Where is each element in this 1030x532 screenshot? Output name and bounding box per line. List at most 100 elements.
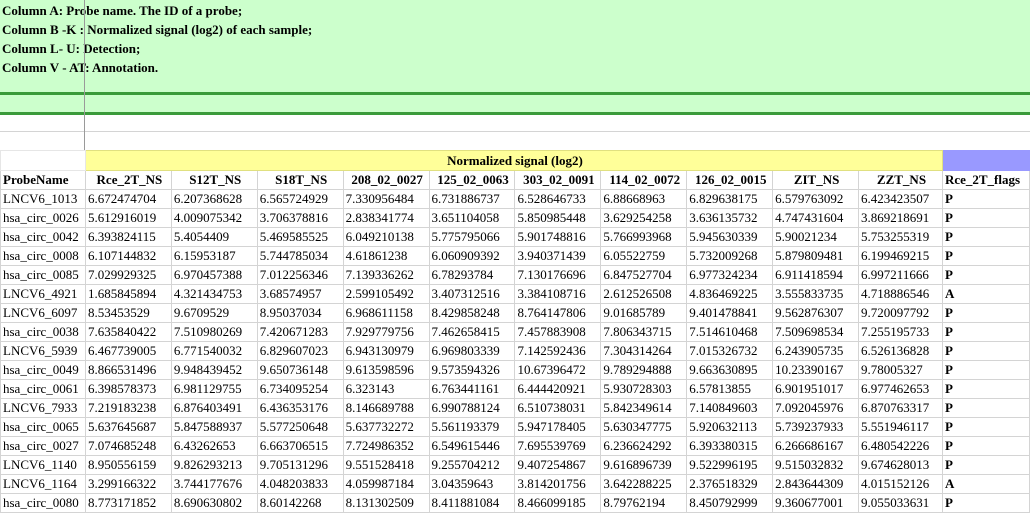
value-cell[interactable]: 10.23390167 xyxy=(772,360,860,380)
column-header-cell[interactable]: 303_02_0091 xyxy=(514,170,602,190)
value-cell[interactable]: 1.685845894 xyxy=(84,284,172,304)
value-cell[interactable]: 9.055033631 xyxy=(858,493,943,513)
value-cell[interactable]: 2.376518329 xyxy=(686,474,774,494)
value-cell[interactable]: 5.930728303 xyxy=(600,379,688,399)
column-header-cell[interactable]: S12T_NS xyxy=(170,170,258,190)
flag-cell[interactable]: P xyxy=(941,303,1030,323)
flag-cell[interactable]: P xyxy=(941,189,1030,209)
value-cell[interactable]: 5.901748816 xyxy=(514,227,602,247)
value-cell[interactable]: 4.015152126 xyxy=(858,474,943,494)
value-cell[interactable]: 6.911418594 xyxy=(772,265,860,285)
value-cell[interactable]: 4.61861238 xyxy=(342,246,430,266)
column-header-cell[interactable]: 125_02_0063 xyxy=(428,170,516,190)
value-cell[interactable]: 6.876403491 xyxy=(170,398,258,418)
column-header-cell[interactable]: 114_02_0072 xyxy=(600,170,688,190)
value-cell[interactable]: 3.555833735 xyxy=(772,284,860,304)
value-cell[interactable]: 6.323143 xyxy=(342,379,430,399)
value-cell[interactable]: 6.977324234 xyxy=(686,265,774,285)
value-cell[interactable]: 5.637645687 xyxy=(84,417,172,437)
value-cell[interactable]: 8.450792999 xyxy=(686,493,774,513)
value-cell[interactable]: 3.68574957 xyxy=(256,284,344,304)
value-cell[interactable]: 6.528646733 xyxy=(514,189,602,209)
value-cell[interactable]: 6.78293784 xyxy=(428,265,516,285)
flag-cell[interactable]: A xyxy=(941,474,1030,494)
value-cell[interactable]: 6.579763092 xyxy=(772,189,860,209)
value-cell[interactable]: 5.847588937 xyxy=(170,417,258,437)
value-cell[interactable]: 6.243905735 xyxy=(772,341,860,361)
flag-cell[interactable]: P xyxy=(941,360,1030,380)
value-cell[interactable]: 8.131302509 xyxy=(342,493,430,513)
value-cell[interactable]: 3.636135732 xyxy=(686,208,774,228)
value-cell[interactable]: 7.806343715 xyxy=(600,322,688,342)
value-cell[interactable]: 9.551528418 xyxy=(342,455,430,475)
value-cell[interactable]: 6.393380315 xyxy=(686,436,774,456)
value-cell[interactable]: 6.049210138 xyxy=(342,227,430,247)
value-cell[interactable]: 7.219183238 xyxy=(84,398,172,418)
value-cell[interactable]: 4.718886546 xyxy=(858,284,943,304)
flag-cell[interactable]: P xyxy=(941,379,1030,399)
value-cell[interactable]: 3.814201756 xyxy=(514,474,602,494)
column-header-cell[interactable]: ZZT_NS xyxy=(858,170,943,190)
value-cell[interactable]: 6.870763317 xyxy=(858,398,943,418)
value-cell[interactable]: 10.67396472 xyxy=(514,360,602,380)
value-cell[interactable]: 7.142592436 xyxy=(514,341,602,361)
flag-cell[interactable]: P xyxy=(941,493,1030,513)
value-cell[interactable]: 9.78005327 xyxy=(858,360,943,380)
value-cell[interactable]: 7.514610468 xyxy=(686,322,774,342)
value-cell[interactable]: 5.732009268 xyxy=(686,246,774,266)
value-cell[interactable]: 5.469585525 xyxy=(256,227,344,247)
value-cell[interactable]: 6.467739005 xyxy=(84,341,172,361)
value-cell[interactable]: 3.706378816 xyxy=(256,208,344,228)
column-header-cell[interactable]: 126_02_0015 xyxy=(686,170,774,190)
value-cell[interactable]: 6.663706515 xyxy=(256,436,344,456)
value-cell[interactable]: 8.764147806 xyxy=(514,303,602,323)
value-cell[interactable]: 5.630347775 xyxy=(600,417,688,437)
value-cell[interactable]: 6.480542226 xyxy=(858,436,943,456)
value-cell[interactable]: 5.4054409 xyxy=(170,227,258,247)
probe-name-cell[interactable]: hsa_circ_0027 xyxy=(0,436,86,456)
value-cell[interactable]: 7.140849603 xyxy=(686,398,774,418)
column-header-cell[interactable]: 208_02_0027 xyxy=(342,170,430,190)
value-cell[interactable]: 6.734095254 xyxy=(256,379,344,399)
flag-cell[interactable]: P xyxy=(941,246,1030,266)
value-cell[interactable]: 8.690630802 xyxy=(170,493,258,513)
value-cell[interactable]: 7.304314264 xyxy=(600,341,688,361)
value-cell[interactable]: 5.775795066 xyxy=(428,227,516,247)
value-cell[interactable]: 7.457883908 xyxy=(514,322,602,342)
value-cell[interactable]: 8.866531496 xyxy=(84,360,172,380)
value-cell[interactable]: 8.773171852 xyxy=(84,493,172,513)
column-header-cell[interactable]: Rce_2T_NS xyxy=(84,170,172,190)
value-cell[interactable]: 5.842349614 xyxy=(600,398,688,418)
value-cell[interactable]: 7.139336262 xyxy=(342,265,430,285)
value-cell[interactable]: 4.059987184 xyxy=(342,474,430,494)
value-cell[interactable]: 6.901951017 xyxy=(772,379,860,399)
probe-name-cell[interactable]: LNCV6_1013 xyxy=(0,189,86,209)
value-cell[interactable]: 9.401478841 xyxy=(686,303,774,323)
group-header-cell[interactable]: Normalized signal (log2) xyxy=(84,150,943,171)
value-cell[interactable]: 5.850985448 xyxy=(514,208,602,228)
value-cell[interactable]: 9.720097792 xyxy=(858,303,943,323)
value-cell[interactable]: 9.01685789 xyxy=(600,303,688,323)
value-cell[interactable]: 7.330956484 xyxy=(342,189,430,209)
value-cell[interactable]: 5.551946117 xyxy=(858,417,943,437)
value-cell[interactable]: 7.012256346 xyxy=(256,265,344,285)
value-cell[interactable]: 5.879809481 xyxy=(772,246,860,266)
value-cell[interactable]: 6.236624292 xyxy=(600,436,688,456)
probe-name-cell[interactable]: LNCV6_1140 xyxy=(0,455,86,475)
value-cell[interactable]: 8.429858248 xyxy=(428,303,516,323)
empty-cell[interactable] xyxy=(0,150,86,171)
value-cell[interactable]: 6.969803339 xyxy=(428,341,516,361)
probe-name-cell[interactable]: hsa_circ_0026 xyxy=(0,208,86,228)
flag-cell[interactable]: P xyxy=(941,322,1030,342)
value-cell[interactable]: 6.565724929 xyxy=(256,189,344,209)
column-header-cell[interactable]: Rce_2T_flags xyxy=(941,170,1030,190)
value-cell[interactable]: 9.613598596 xyxy=(342,360,430,380)
value-cell[interactable]: 6.15953187 xyxy=(170,246,258,266)
value-cell[interactable]: 2.843644309 xyxy=(772,474,860,494)
value-cell[interactable]: 9.650736148 xyxy=(256,360,344,380)
value-cell[interactable]: 5.920632113 xyxy=(686,417,774,437)
probe-name-cell[interactable]: hsa_circ_0065 xyxy=(0,417,86,437)
value-cell[interactable]: 7.130176696 xyxy=(514,265,602,285)
value-cell[interactable]: 8.53453529 xyxy=(84,303,172,323)
value-cell[interactable]: 6.88668963 xyxy=(600,189,688,209)
